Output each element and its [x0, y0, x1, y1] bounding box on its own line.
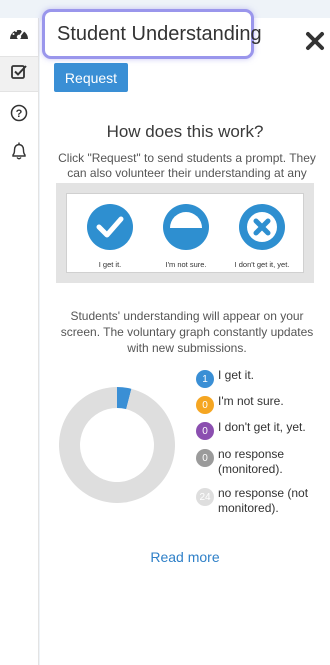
count-badge: 0 — [196, 396, 214, 414]
bell-icon — [10, 141, 28, 166]
student-options-preview: I get it. I'm not sure. I don't get it, … — [56, 183, 314, 283]
legend-item-not-sure: 0 I'm not sure. — [196, 394, 284, 414]
donut-slice — [58, 387, 175, 503]
legend-label: I get it. — [218, 368, 255, 382]
demo-option-dont-get-it: I don't get it, yet. — [227, 204, 297, 269]
legend-label: no response (not monitored). — [218, 486, 309, 515]
half-circle-icon — [163, 204, 209, 254]
close-icon — [305, 31, 325, 56]
understanding-donut-chart — [58, 387, 175, 503]
count-badge: 24 — [196, 488, 214, 506]
demo-option-get-it: I get it. — [75, 204, 145, 269]
legend-label: I'm not sure. — [218, 394, 284, 408]
dashboard-icon — [8, 24, 30, 47]
x-circle-icon — [239, 204, 285, 254]
legend-item-no-response-not-monitored: 24 no response (not monitored). — [196, 486, 318, 516]
demo-option-label: I'm not sure. — [165, 260, 207, 269]
help-button[interactable]: ? — [0, 98, 38, 132]
count-badge: 0 — [196, 449, 214, 467]
legend-item-get-it: 1 I get it. — [196, 368, 254, 388]
request-button[interactable]: Request — [54, 63, 128, 92]
legend-item-no-response-monitored: 0 no response (monitored). — [196, 447, 306, 477]
count-badge: 0 — [196, 422, 214, 440]
read-more-link[interactable]: Read more — [40, 549, 330, 565]
understanding-button[interactable] — [0, 56, 38, 92]
svg-text:?: ? — [16, 108, 23, 120]
notifications-button[interactable] — [0, 136, 38, 170]
legend-label: I don't get it, yet. — [218, 420, 306, 434]
dashboard-button[interactable] — [0, 18, 38, 52]
demo-option-label: I don't get it, yet. — [234, 260, 290, 269]
panel-title: Student Understanding — [42, 9, 262, 59]
how-it-works-heading: How does this work? — [106, 122, 264, 141]
check-circle-icon — [87, 204, 133, 254]
legend-label: no response (monitored). — [218, 447, 285, 476]
legend-item-dont-get-it: 0 I don't get it, yet. — [196, 420, 306, 440]
left-icon-rail: ? — [0, 18, 39, 665]
checkbox-icon — [10, 63, 28, 86]
demo-option-not-sure: I'm not sure. — [151, 204, 221, 269]
count-badge: 1 — [196, 370, 214, 388]
demo-option-label: I get it. — [98, 260, 122, 269]
graph-info-text: Students' understanding will appear on y… — [60, 309, 314, 355]
close-button[interactable] — [302, 30, 328, 56]
help-icon: ? — [10, 104, 28, 127]
